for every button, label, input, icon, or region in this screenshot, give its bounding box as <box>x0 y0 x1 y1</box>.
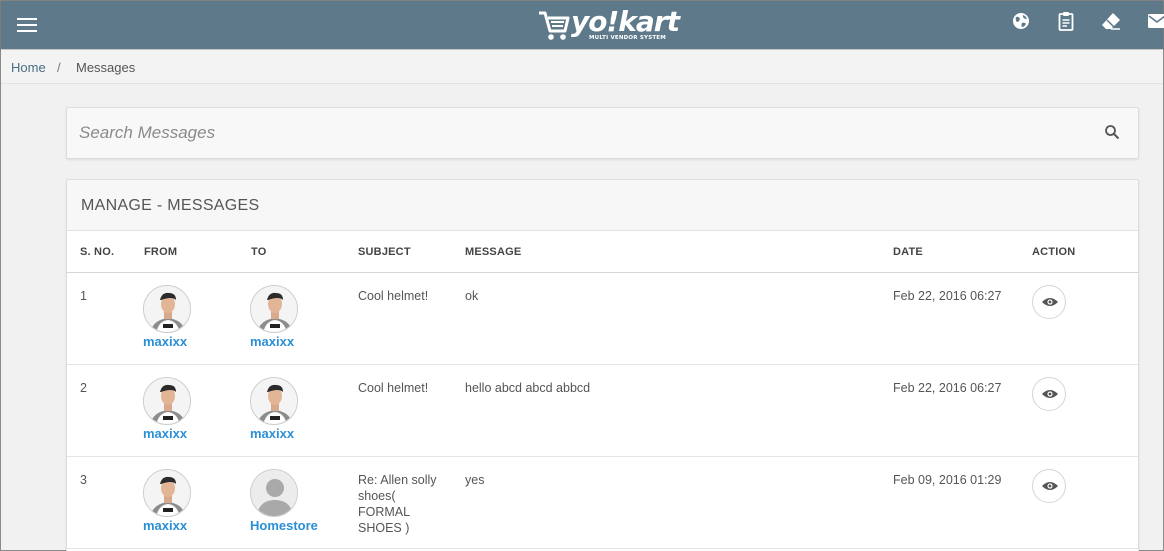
column-header-date: DATE <box>893 246 923 258</box>
message-text: hello abcd abcd abbcd <box>465 381 591 395</box>
avatar[interactable] <box>250 377 298 425</box>
message-text: yes <box>465 473 485 487</box>
mail-icon[interactable] <box>1147 11 1164 33</box>
cart-logo-icon <box>539 11 570 40</box>
subject-text: Re: Allen solly shoes( FORMAL SHOES ) <box>358 473 437 535</box>
clipboard-icon[interactable] <box>1056 11 1078 33</box>
column-header-from: FROM <box>144 246 178 258</box>
subject-text: Cool helmet! <box>358 381 429 395</box>
message-text: ok <box>465 289 479 303</box>
to-user: maxixx <box>250 285 340 349</box>
top-bar: yo!kart MULTI VENDOR SYSTEM <box>1 1 1164 49</box>
page-title: MANAGE - MESSAGES <box>81 197 260 214</box>
table-row: 1 maxixx maxixx Cool helmet! ok Feb 22, … <box>67 273 1138 365</box>
from-user: maxixx <box>143 469 233 533</box>
breadcrumb-separator: / <box>57 60 61 75</box>
column-header-message: MESSAGE <box>465 246 522 258</box>
messages-table-card: MANAGE - MESSAGES S. NO. FROM TO SUBJECT… <box>66 179 1139 551</box>
column-header-to: TO <box>251 246 267 258</box>
date-text: Feb 22, 2016 06:27 <box>893 289 1002 303</box>
to-username-link[interactable]: maxixx <box>250 426 340 441</box>
card-header: MANAGE - MESSAGES <box>67 180 1138 231</box>
breadcrumb-home-link[interactable]: Home <box>11 60 46 75</box>
to-user: maxixx <box>250 377 340 441</box>
column-header-sno: S. NO. <box>80 246 115 258</box>
to-username-link[interactable]: Homestore <box>250 518 340 533</box>
date-text: Feb 09, 2016 01:29 <box>893 473 1002 487</box>
search-bar <box>66 107 1139 159</box>
row-number: 1 <box>80 289 87 303</box>
brand-tagline: MULTI VENDOR SYSTEM <box>589 35 666 41</box>
search-input[interactable] <box>79 118 1079 148</box>
row-number: 2 <box>80 381 87 395</box>
date-text: Feb 22, 2016 06:27 <box>893 381 1002 395</box>
from-username-link[interactable]: maxixx <box>143 518 233 533</box>
column-header-subject: SUBJECT <box>358 246 411 258</box>
from-username-link[interactable]: maxixx <box>143 334 233 349</box>
menu-icon[interactable] <box>17 15 39 35</box>
row-number: 3 <box>80 473 87 487</box>
globe-icon[interactable] <box>1011 11 1033 33</box>
from-user: maxixx <box>143 285 233 349</box>
avatar[interactable] <box>143 469 191 517</box>
table-row: 2 maxixx maxixx Cool helmet! hello abcd … <box>67 365 1138 457</box>
view-message-button[interactable] <box>1032 377 1066 411</box>
from-username-link[interactable]: maxixx <box>143 426 233 441</box>
default-avatar-icon[interactable] <box>250 469 298 517</box>
eye-icon <box>1042 482 1058 490</box>
subject-text: Cool helmet! <box>358 289 429 303</box>
to-user: Homestore <box>250 469 340 533</box>
eye-icon <box>1042 390 1058 398</box>
table-row: 3 maxixx Homestore Re: Allen solly shoes… <box>67 457 1138 549</box>
from-user: maxixx <box>143 377 233 441</box>
breadcrumb: Home / Messages <box>1 50 1163 84</box>
eye-icon <box>1042 298 1058 306</box>
avatar[interactable] <box>250 285 298 333</box>
brand-name: yo!kart <box>571 5 680 38</box>
logo[interactable]: yo!kart MULTI VENDOR SYSTEM <box>537 3 680 45</box>
avatar[interactable] <box>143 285 191 333</box>
column-header-action: ACTION <box>1032 246 1076 258</box>
view-message-button[interactable] <box>1032 469 1066 503</box>
to-username-link[interactable]: maxixx <box>250 334 340 349</box>
eraser-icon[interactable] <box>1101 11 1123 33</box>
breadcrumb-current: Messages <box>76 60 136 75</box>
avatar[interactable] <box>143 377 191 425</box>
view-message-button[interactable] <box>1032 285 1066 319</box>
search-icon[interactable] <box>1104 124 1122 142</box>
